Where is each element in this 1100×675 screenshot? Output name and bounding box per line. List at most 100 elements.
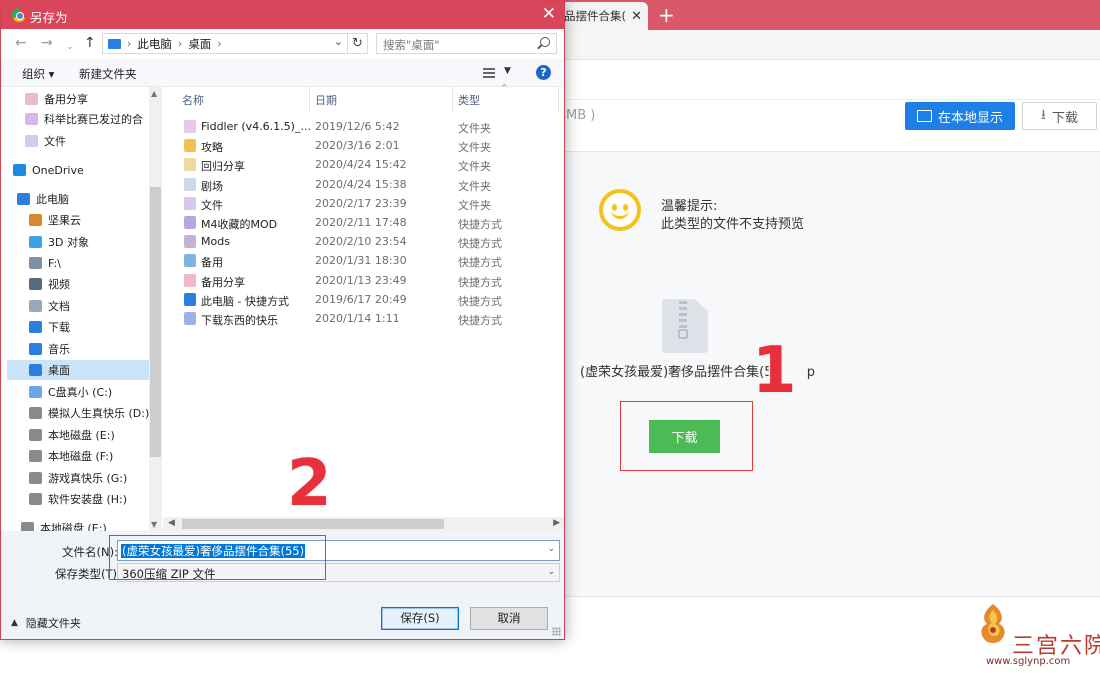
file-row[interactable]: Mods 2020/2/10 23:54 快捷方式	[163, 232, 559, 251]
file-size-text: MB )	[566, 108, 596, 123]
tab-close-icon[interactable]: ✕	[631, 9, 642, 24]
sidebar-item[interactable]: F:\	[7, 253, 149, 273]
forward-arrow-icon[interactable]: →	[41, 35, 53, 51]
search-input[interactable]: 搜索"桌面"	[376, 33, 557, 54]
scroll-left-icon[interactable]: ◀	[168, 518, 175, 528]
sidebar-item[interactable]: 下载	[7, 317, 149, 337]
column-divider[interactable]	[558, 87, 559, 112]
file-row[interactable]: 回归分享 2020/4/24 15:42 文件夹	[163, 155, 559, 174]
sidebar-item-label: 模拟人生真快乐 (D:)	[48, 407, 149, 420]
file-row[interactable]: 备用 2020/1/31 18:30 快捷方式	[163, 251, 559, 270]
breadcrumb-separator: ›	[177, 37, 183, 50]
close-icon[interactable]: ✕	[542, 4, 556, 24]
sidebar-item[interactable]: 文档	[7, 296, 149, 316]
file-row[interactable]: 攻略 2020/3/16 2:01 文件夹	[163, 136, 559, 155]
file-list-horizontal-scrollbar[interactable]: ◀ ▶	[163, 517, 564, 531]
sidebar-item[interactable]: 视频	[7, 274, 149, 294]
file-row[interactable]: 剧场 2020/4/24 15:38 文件夹	[163, 175, 559, 194]
file-date: 2020/3/16 2:01	[315, 139, 400, 153]
column-divider[interactable]	[309, 87, 310, 112]
sidebar-item-icon	[17, 193, 30, 205]
recent-locations-icon[interactable]: ⌄	[66, 39, 74, 55]
column-header-date[interactable]: 日期	[315, 92, 337, 108]
file-name: 下载东西的快乐	[201, 314, 278, 327]
breadcrumb-desktop[interactable]: 桌面	[188, 36, 211, 52]
sidebar-item[interactable]: 软件安装盘 (H:)	[7, 489, 149, 509]
address-bar[interactable]: › 此电脑 › 桌面 › ⌄	[102, 33, 348, 54]
annotation-number-1: 1	[751, 334, 799, 408]
dialog-titlebar[interactable]: 另存为 ✕	[1, 1, 564, 29]
sidebar-item[interactable]: 本地磁盘 (E:)	[7, 518, 149, 531]
sidebar-item-label: OneDrive	[32, 163, 84, 177]
tip-text: 此类型的文件不支持预览	[661, 217, 805, 232]
view-dropdown-icon[interactable]: ▼	[504, 66, 511, 76]
chevron-down-icon[interactable]: ⌄	[547, 544, 555, 554]
file-name: 文件	[201, 198, 223, 212]
back-arrow-icon[interactable]: ←	[15, 35, 27, 51]
column-divider[interactable]	[452, 87, 453, 112]
save-button[interactable]: 保存(S)	[381, 607, 459, 630]
sidebar-item[interactable]: 音乐	[7, 339, 149, 359]
organize-button[interactable]: 组织 ▾	[22, 66, 54, 82]
column-header-type[interactable]: 类型	[458, 92, 480, 108]
file-row[interactable]: Fiddler (v4.6.1.5)_... 2019/12/6 5:42 文件夹	[163, 117, 559, 136]
sidebar-item[interactable]: 本地磁盘 (F:)	[7, 446, 149, 466]
new-tab-button[interactable]: +	[658, 3, 675, 27]
up-arrow-icon[interactable]: ↑	[84, 35, 96, 51]
scroll-right-icon[interactable]: ▶	[553, 518, 560, 528]
file-row[interactable]: 此电脑 - 快捷方式 2019/6/17 20:49 快捷方式	[163, 290, 559, 309]
file-icon	[184, 235, 196, 249]
file-icon	[184, 158, 196, 172]
save-as-dialog: 另存为 ✕ ← → ⌄ ↑ › 此电脑 › 桌面 › ⌄ ↻ 搜索"桌面" 组织…	[0, 0, 565, 640]
resize-grip-icon[interactable]	[552, 627, 561, 636]
watermark-url: www.sglynp.com	[986, 656, 1071, 667]
file-date: 2020/4/24 15:38	[315, 177, 407, 191]
file-icon	[184, 120, 196, 133]
file-type: 文件夹	[458, 198, 491, 212]
navigation-pane-scrollbar[interactable]: ▲ ▼	[149, 87, 162, 531]
sidebar-item-icon	[29, 343, 42, 355]
sidebar-item[interactable]: OneDrive	[7, 160, 149, 180]
download-top-label: 下载	[1051, 110, 1078, 126]
sidebar-item[interactable]: 坚果云	[7, 210, 149, 230]
file-icon	[184, 216, 196, 229]
help-icon[interactable]: ?	[536, 65, 551, 80]
file-row[interactable]: M4收藏的MOD 2020/2/11 17:48 快捷方式	[163, 213, 559, 232]
file-row[interactable]: 下载东西的快乐 2020/1/14 1:11 快捷方式	[163, 309, 559, 328]
search-placeholder: 搜索"桌面"	[383, 38, 440, 52]
sidebar-item[interactable]: C盘真小 (C:)	[7, 382, 149, 402]
file-row[interactable]: 文件 2020/2/17 23:39 文件夹	[163, 194, 559, 213]
file-type: 文件夹	[458, 141, 491, 155]
address-dropdown-icon[interactable]: ⌄	[334, 35, 343, 48]
scrollbar-thumb[interactable]	[150, 187, 161, 457]
breadcrumb-this-pc[interactable]: 此电脑	[137, 36, 172, 52]
refresh-icon[interactable]: ↻	[348, 33, 368, 54]
sidebar-item[interactable]: 3D 对象	[7, 232, 149, 252]
scroll-up-icon[interactable]: ▲	[151, 89, 157, 98]
sidebar-item[interactable]: 游戏真快乐 (G:)	[7, 468, 149, 488]
hide-folders-toggle[interactable]: ▲ 隐藏文件夹	[11, 615, 81, 631]
sidebar-item[interactable]: 桌面	[7, 360, 149, 380]
download-top-button[interactable]: ⭳ 下载	[1022, 102, 1097, 130]
sidebar-item[interactable]: 本地磁盘 (E:)	[7, 425, 149, 445]
scroll-down-icon[interactable]: ▼	[151, 520, 157, 529]
sidebar-item[interactable]: 科举比赛已发过的合	[7, 109, 149, 129]
chevron-down-icon[interactable]: ⌄	[547, 567, 555, 577]
view-options-icon[interactable]	[483, 68, 495, 78]
file-type: 文件夹	[458, 122, 491, 135]
sidebar-item-icon	[25, 93, 38, 105]
column-header-name[interactable]: 名称	[182, 92, 204, 108]
sidebar-item[interactable]: 模拟人生真快乐 (D:)	[7, 403, 149, 423]
sidebar-item[interactable]: 备用分享	[7, 89, 149, 109]
sidebar-item[interactable]: 文件	[7, 131, 149, 151]
sidebar-item-label: 文档	[48, 300, 70, 313]
sidebar-item-icon	[29, 493, 42, 505]
new-folder-button[interactable]: 新建文件夹	[79, 66, 137, 82]
file-row[interactable]: 备用分享 2020/1/13 23:49 快捷方式	[163, 271, 559, 290]
show-in-local-button[interactable]: 在本地显示	[905, 102, 1015, 130]
sidebar-item[interactable]: 此电脑	[7, 189, 149, 209]
sidebar-item-label: 软件安装盘 (H:)	[48, 493, 128, 506]
file-icon	[184, 312, 196, 325]
search-icon[interactable]	[540, 37, 550, 47]
cancel-button[interactable]: 取消	[470, 607, 548, 630]
